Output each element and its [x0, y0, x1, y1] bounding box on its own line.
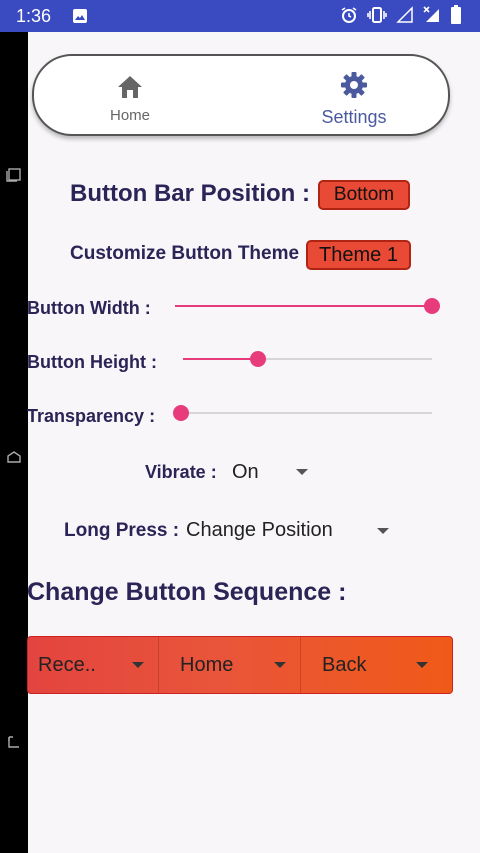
vibrate-icon	[367, 6, 387, 29]
nav-settings-label: Settings	[321, 107, 387, 127]
nav-home-label: Home	[109, 107, 150, 124]
vibrate-value: On	[232, 461, 259, 483]
button-height-slider[interactable]	[183, 351, 432, 367]
system-navigation-bar	[0, 32, 28, 853]
button-height-slider-fill	[183, 358, 258, 360]
top-navigation: Home Settings	[32, 54, 450, 136]
button-bar-position-value[interactable]: Bottom	[318, 180, 410, 210]
button-theme-value[interactable]: Theme 1	[306, 240, 411, 270]
battery-icon	[450, 5, 462, 30]
long-press-label: Long Press :	[64, 520, 180, 541]
long-press-value: Change Position	[186, 519, 333, 541]
home-nav-button[interactable]	[6, 450, 22, 469]
button-height-slider-thumb[interactable]	[249, 351, 266, 367]
sequence-slot-2-label: Home	[180, 654, 234, 676]
button-width-slider[interactable]	[175, 298, 440, 314]
alarm-icon	[340, 6, 358, 29]
button-theme-label: Customize Button Theme :	[70, 243, 311, 264]
status-bar: 1:36	[0, 0, 480, 32]
sequence-slot-3[interactable]: Back	[301, 637, 451, 693]
chevron-down-icon	[274, 662, 286, 668]
button-width-label: Button Width :	[27, 298, 151, 318]
transparency-slider[interactable]	[173, 405, 432, 421]
nav-home[interactable]: Home	[98, 74, 162, 124]
recents-nav-button[interactable]	[6, 168, 22, 187]
clock: 1:36	[16, 6, 52, 26]
no-data-icon	[423, 6, 441, 29]
sequence-slot-3-label: Back	[322, 654, 367, 676]
gear-icon	[339, 72, 369, 104]
chevron-down-icon	[377, 528, 389, 534]
home-icon	[116, 76, 144, 104]
transparency-label: Transparency :	[27, 406, 156, 426]
button-height-label: Button Height :	[27, 352, 157, 372]
nav-settings[interactable]: Settings	[304, 70, 404, 128]
button-bar-position-label: Button Bar Position :	[70, 180, 310, 207]
vibrate-label: Vibrate :	[145, 462, 217, 482]
sequence-title: Change Button Sequence :	[27, 578, 347, 606]
sequence-slot-1[interactable]: Rece..	[28, 637, 158, 693]
sequence-slot-2[interactable]: Home	[159, 637, 299, 693]
transparency-slider-thumb[interactable]	[173, 405, 189, 421]
image-notification-icon	[72, 8, 88, 29]
chevron-down-icon	[296, 469, 308, 475]
signal-icon	[396, 6, 414, 29]
button-width-slider-thumb[interactable]	[424, 298, 440, 314]
chevron-down-icon	[416, 662, 428, 668]
sequence-bar: Rece.. Home Back	[27, 636, 453, 694]
back-nav-button[interactable]	[6, 734, 22, 755]
sequence-slot-1-label: Rece..	[38, 654, 96, 676]
button-width-slider-fill	[175, 305, 432, 307]
chevron-down-icon	[132, 662, 144, 668]
